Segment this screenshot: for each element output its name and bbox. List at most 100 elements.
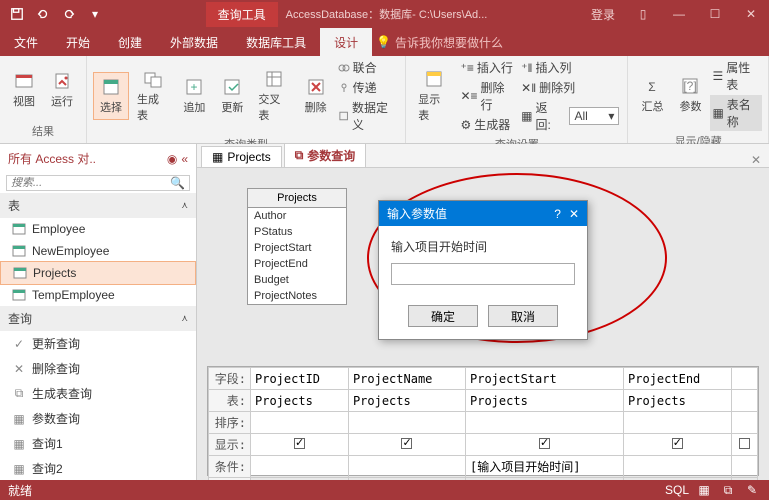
nav-item-projects[interactable]: Projects xyxy=(0,261,196,285)
undo-icon[interactable] xyxy=(32,3,54,25)
tab-home[interactable]: 开始 xyxy=(52,28,104,56)
passthrough-button[interactable]: 传递 xyxy=(336,78,400,97)
tab-design[interactable]: 设计 xyxy=(320,28,372,56)
doc-tab-projects[interactable]: ▦Projects xyxy=(201,146,282,167)
deletecol-button[interactable]: ✕‖删除列 xyxy=(519,78,621,97)
grid-cell[interactable]: Projects xyxy=(624,390,731,412)
totals-button[interactable]: Σ汇总 xyxy=(634,72,670,118)
grid-cell[interactable]: ProjectID xyxy=(251,368,349,390)
grid-cell[interactable] xyxy=(348,456,465,478)
grid-cell[interactable]: Projects xyxy=(348,390,465,412)
append-button[interactable]: +追加 xyxy=(176,73,212,119)
grid-cell[interactable]: Projects xyxy=(466,390,624,412)
grid-cell[interactable]: Projects xyxy=(251,390,349,412)
table-field-list[interactable]: Projects AuthorPStatusProjectStartProjec… xyxy=(247,188,347,305)
field-row[interactable]: ProjectEnd xyxy=(248,256,346,272)
showtable-button[interactable]: 显示表 xyxy=(412,65,456,127)
grid-cell[interactable] xyxy=(624,434,731,456)
parameter-input[interactable] xyxy=(391,263,575,285)
nav-item-query[interactable]: ▦参数查询 xyxy=(0,406,196,431)
grid-cell[interactable]: ProjectStart xyxy=(466,368,624,390)
update-button[interactable]: 更新 xyxy=(214,73,250,119)
dialog-close-icon[interactable]: ✕ xyxy=(569,207,579,221)
deleterow-button[interactable]: ✕≡删除行 xyxy=(458,78,517,114)
tab-close-icon[interactable]: ✕ xyxy=(743,153,769,167)
nav-header[interactable]: 所有 Access 对.. ◉« xyxy=(0,144,196,173)
field-row[interactable]: ProjectNotes xyxy=(248,288,346,304)
grid-cell[interactable] xyxy=(624,456,731,478)
nav-item-tempemployee[interactable]: TempEmployee xyxy=(0,284,196,306)
help-icon[interactable]: ? xyxy=(554,207,561,221)
run-button[interactable]: 运行 xyxy=(44,67,80,113)
grid-cell[interactable] xyxy=(251,456,349,478)
search-input[interactable] xyxy=(11,177,170,189)
union-button[interactable]: 联合 xyxy=(336,58,400,77)
params-button[interactable]: [?]参数 xyxy=(672,72,708,118)
redo-icon[interactable] xyxy=(58,3,80,25)
tab-create[interactable]: 创建 xyxy=(104,28,156,56)
view-button[interactable]: 视图 xyxy=(6,67,42,113)
field-row[interactable]: ProjectStart xyxy=(248,240,346,256)
save-icon[interactable] xyxy=(6,3,28,25)
nav-item-query[interactable]: ✓更新查询 xyxy=(0,331,196,356)
view-datasheet-icon[interactable]: ▦ xyxy=(695,482,713,498)
dialog-titlebar[interactable]: 输入参数值 ? ✕ xyxy=(379,201,587,226)
grid-cell[interactable] xyxy=(731,456,757,478)
grid-cell[interactable] xyxy=(466,434,624,456)
doc-tab-paramquery[interactable]: ⧉参数查询 xyxy=(284,143,367,167)
delete-query-button[interactable]: 删除 xyxy=(298,73,334,119)
tell-me[interactable]: 💡告诉我你想要做什么 xyxy=(376,34,503,51)
grid-cell[interactable] xyxy=(731,368,757,390)
grid-cell[interactable] xyxy=(466,478,624,481)
grid-cell[interactable] xyxy=(348,412,465,434)
field-row[interactable]: Author xyxy=(248,208,346,224)
grid-cell[interactable]: ProjectEnd xyxy=(624,368,731,390)
grid-cell[interactable] xyxy=(466,412,624,434)
nav-item-newemployee[interactable]: NewEmployee xyxy=(0,240,196,262)
nav-section-tables[interactable]: 表⋏ xyxy=(0,193,196,218)
nav-item-query[interactable]: ⧉生成表查询 xyxy=(0,381,196,406)
login-link[interactable]: 登录 xyxy=(581,6,625,23)
close-icon[interactable]: ✕ xyxy=(733,0,769,28)
grid-cell[interactable] xyxy=(251,478,349,481)
qat-customize-icon[interactable]: ▾ xyxy=(84,3,106,25)
propsheet-button[interactable]: ☰属性表 xyxy=(710,58,762,94)
tab-file[interactable]: 文件 xyxy=(0,28,52,56)
nav-search[interactable]: 🔍 xyxy=(6,175,190,191)
nav-section-queries[interactable]: 查询⋏ xyxy=(0,306,196,331)
criteria-grid[interactable]: 字段:ProjectIDProjectNameProjectStartProje… xyxy=(207,366,759,476)
insertrow-button[interactable]: ⁺≡插入行 xyxy=(458,58,517,77)
insertcol-button[interactable]: ⁺‖插入列 xyxy=(519,58,621,77)
maximize-icon[interactable]: ☐ xyxy=(697,0,733,28)
tablename-button[interactable]: ▦表名称 xyxy=(710,95,762,131)
tab-dbtools[interactable]: 数据库工具 xyxy=(232,28,320,56)
crosstab-button[interactable]: 交叉表 xyxy=(252,65,295,127)
minimize-icon[interactable]: — xyxy=(661,0,697,28)
grid-cell[interactable] xyxy=(731,412,757,434)
chevron-left-icon[interactable]: « xyxy=(181,152,188,166)
maketable-button[interactable]: 生成表 xyxy=(131,65,174,127)
ribbon-options-icon[interactable]: ▯ xyxy=(625,0,661,28)
cancel-button[interactable]: 取消 xyxy=(488,305,558,327)
grid-cell[interactable] xyxy=(731,478,757,481)
nav-item-query[interactable]: ▦查询1 xyxy=(0,431,196,456)
search-icon[interactable]: 🔍 xyxy=(170,176,185,190)
datadef-button[interactable]: 数据定义 xyxy=(336,98,400,134)
grid-cell[interactable]: [输入项目开始时间] xyxy=(466,456,624,478)
builder-button[interactable]: ⚙生成器 xyxy=(458,115,517,134)
field-row[interactable]: Budget xyxy=(248,272,346,288)
nav-item-employee[interactable]: Employee xyxy=(0,218,196,240)
grid-cell[interactable] xyxy=(624,478,731,481)
status-sql[interactable]: SQL xyxy=(665,483,689,497)
grid-cell[interactable] xyxy=(348,478,465,481)
nav-item-query[interactable]: ▦查询2 xyxy=(0,456,196,481)
grid-cell[interactable] xyxy=(348,434,465,456)
return-dropdown[interactable]: ▦返回: All▾ xyxy=(519,98,621,134)
grid-cell[interactable] xyxy=(731,390,757,412)
view-sql-icon[interactable]: ⧉ xyxy=(719,482,737,498)
select-query-button[interactable]: 选择 xyxy=(93,72,129,120)
grid-cell[interactable] xyxy=(731,434,757,456)
grid-cell[interactable] xyxy=(624,412,731,434)
grid-cell[interactable] xyxy=(251,412,349,434)
view-design-icon[interactable]: ✎ xyxy=(743,482,761,498)
